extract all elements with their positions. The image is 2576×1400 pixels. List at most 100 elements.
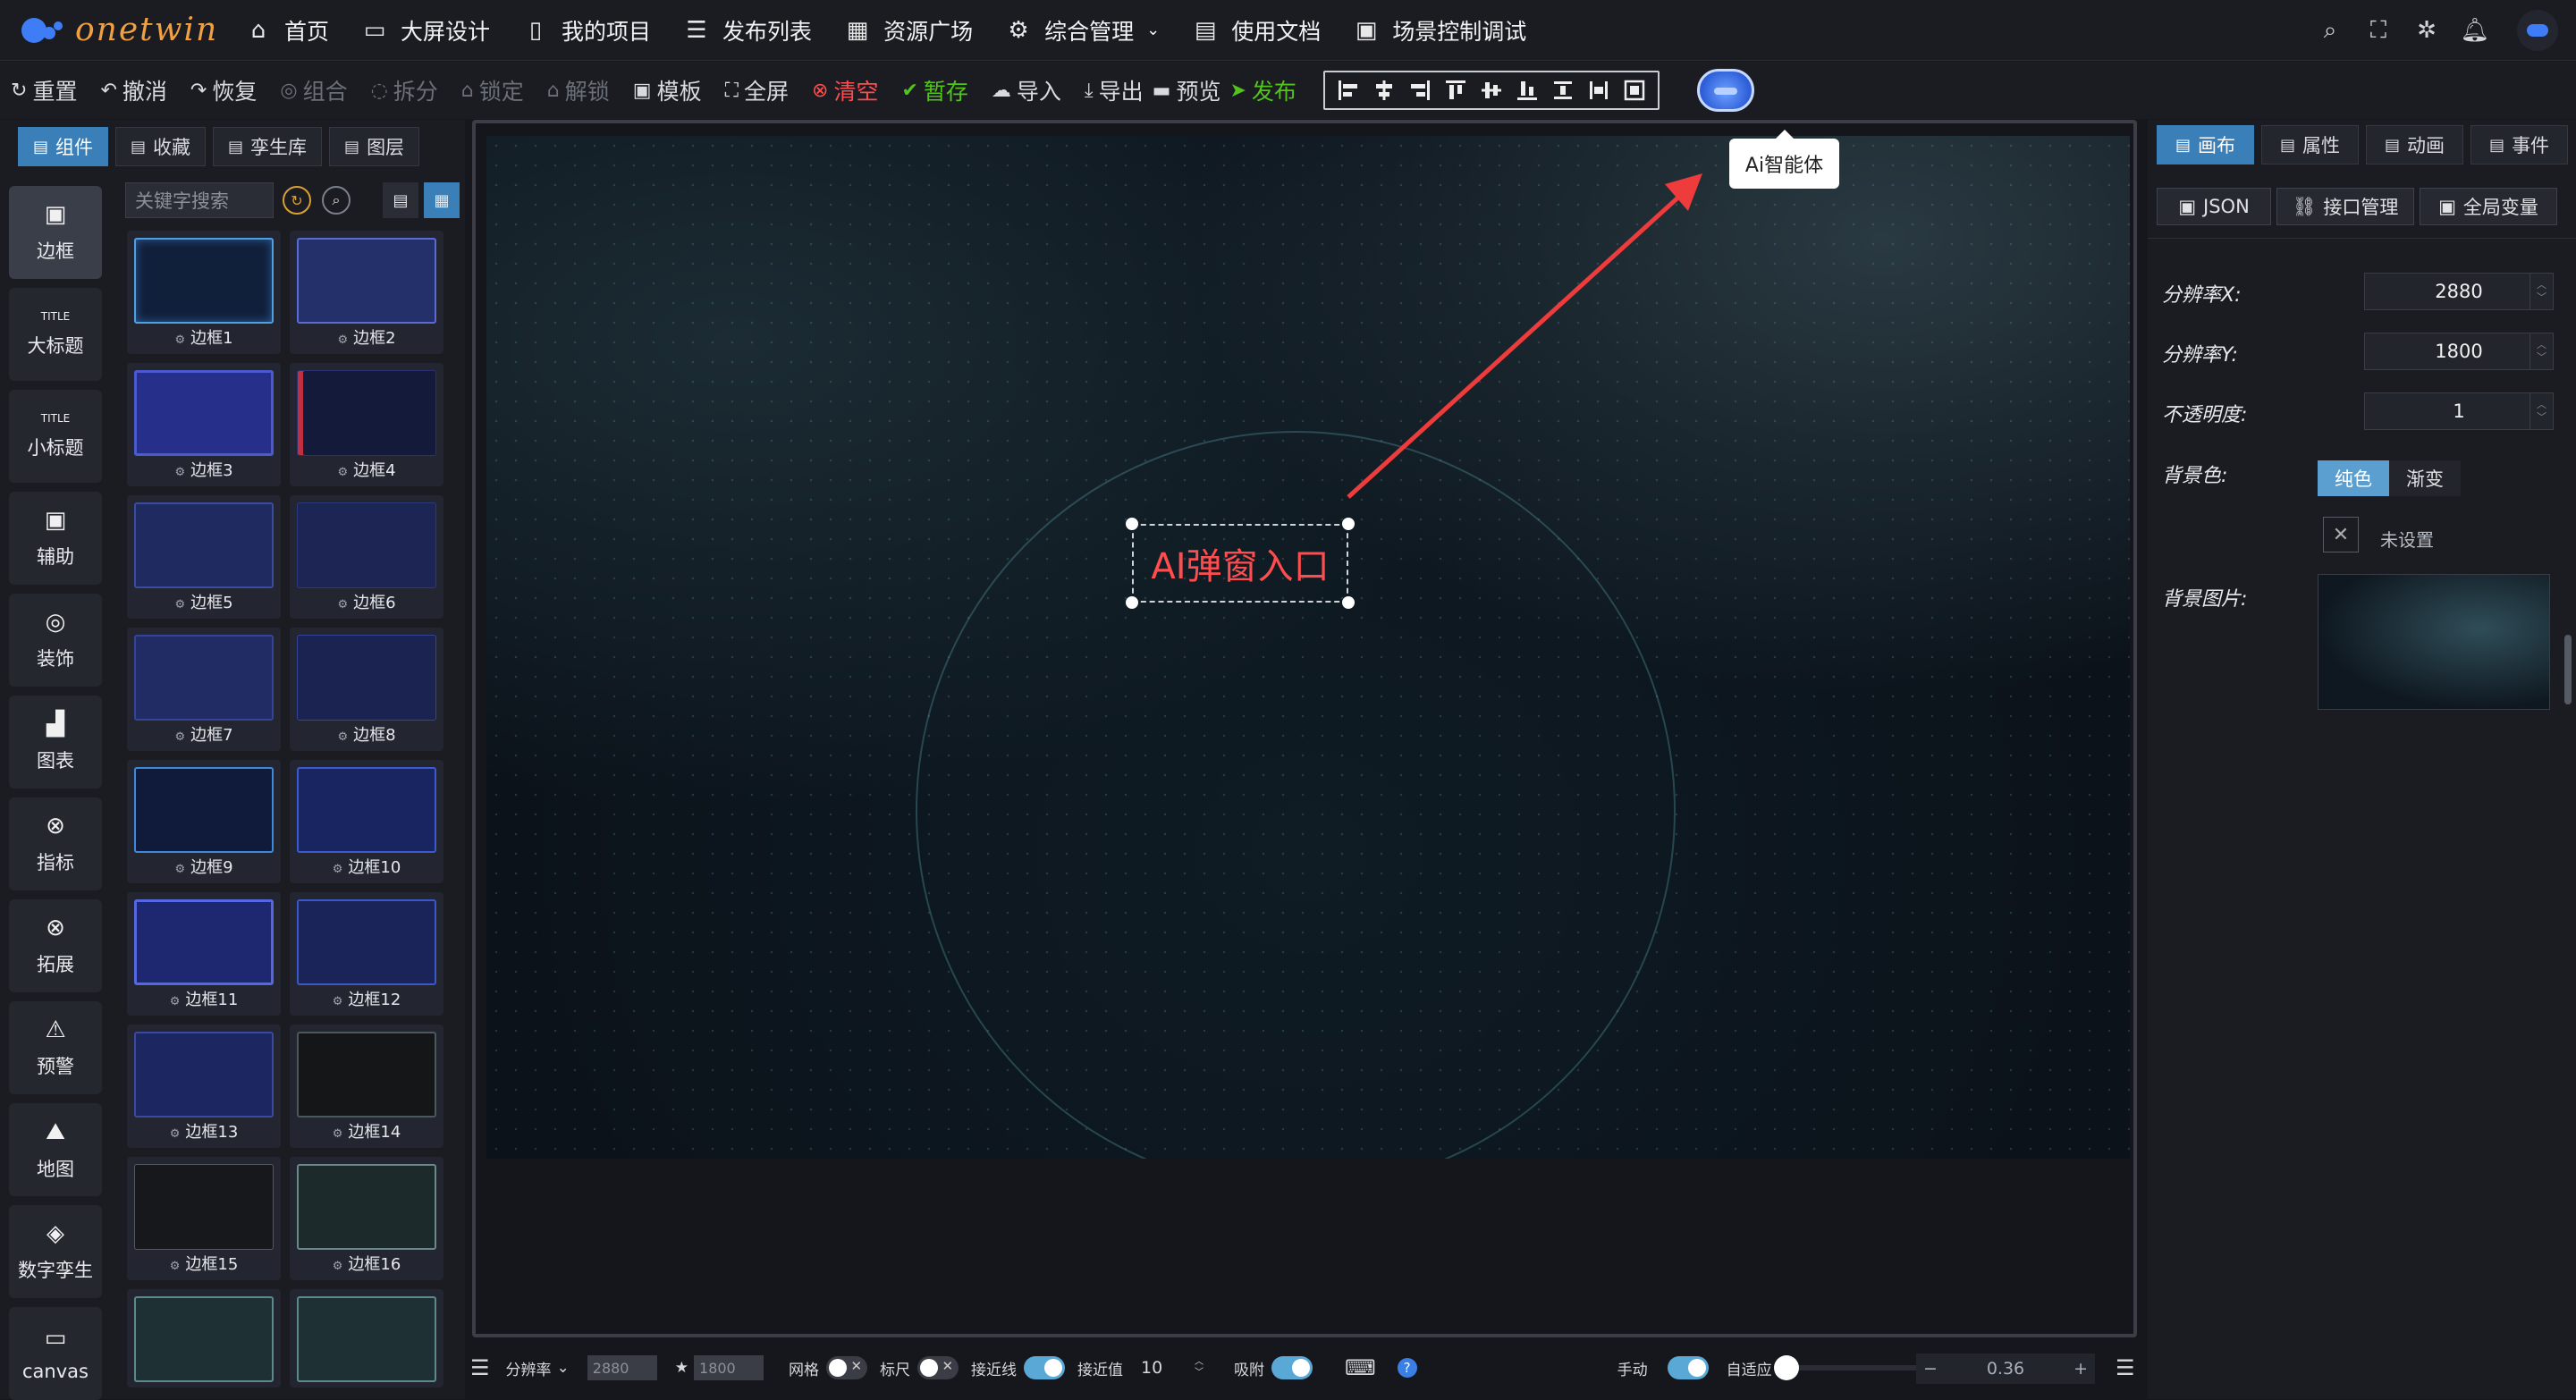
tab-layers[interactable]: ▤ 图层 <box>329 127 420 166</box>
fit-icon[interactable] <box>1617 74 1652 106</box>
component-card[interactable]: ⚙ 边框11 <box>127 892 281 1016</box>
component-card[interactable]: ⚙ 边框13 <box>127 1025 281 1148</box>
nav-resource-square[interactable]: ▦ 资源广场 <box>844 0 973 61</box>
global-variables-button[interactable]: ▣ 全局变量 <box>2420 188 2557 225</box>
nav-home[interactable]: ⌂ 首页 <box>245 0 329 61</box>
list-view-icon[interactable]: ▤ <box>383 182 418 218</box>
tab-events[interactable]: ▤ 事件 <box>2470 125 2569 164</box>
redo-button[interactable]: ↷ 恢复 <box>190 74 257 106</box>
resize-handle[interactable] <box>1126 518 1138 530</box>
category-map[interactable]: ⛰ 地图 <box>9 1103 102 1196</box>
ai-agent-robot-button[interactable] <box>1696 69 1754 112</box>
component-card[interactable]: ⚙ 边框10 <box>290 760 443 883</box>
bell-icon[interactable]: 🔔︎ <box>2460 15 2490 46</box>
stepper-icon[interactable]: ︿ ﹀ <box>2530 274 2553 309</box>
component-card[interactable]: ⚙ 边框9 <box>127 760 281 883</box>
component-card[interactable]: ⚙ 边框16 <box>290 1157 443 1280</box>
fullscreen-button[interactable]: ⛶ 全屏 <box>725 74 789 106</box>
nav-management[interactable]: ⚙ 综合管理 ⌄ <box>1005 0 1160 61</box>
nav-my-projects[interactable]: ▯ 我的项目 <box>522 0 651 61</box>
snapline-toggle[interactable] <box>1024 1356 1066 1379</box>
fullscreen-icon[interactable]: ⛶ <box>2363 15 2394 46</box>
help-icon[interactable]: ? <box>1397 1358 1417 1378</box>
resolution-x-input[interactable]: 2880 <box>587 1355 657 1380</box>
distribute-h-icon[interactable] <box>1545 74 1581 106</box>
refresh-icon[interactable]: ↻ <box>283 186 311 215</box>
import-button[interactable]: ☁ 导入 <box>992 74 1061 106</box>
component-card[interactable]: ⚙ 边框3 <box>127 363 281 486</box>
template-button[interactable]: ▣ 模板 <box>633 74 702 106</box>
opacity-field[interactable]: 1 ︿ ﹀ <box>2364 392 2554 430</box>
align-center-h-icon[interactable] <box>1366 74 1402 106</box>
resize-handle[interactable] <box>1126 596 1138 609</box>
component-card[interactable] <box>127 1289 281 1387</box>
align-middle-v-icon[interactable] <box>1474 74 1509 106</box>
distribute-v-icon[interactable] <box>1581 74 1617 106</box>
reset-button[interactable]: ↻ 重置 <box>11 74 77 106</box>
clear-button[interactable]: ⊗ 清空 <box>812 74 878 106</box>
stepper-icon[interactable]: ︿ ﹀ <box>2530 393 2553 429</box>
export-button[interactable]: ⤓ 导出 <box>1085 74 1144 106</box>
category-canvas[interactable]: ▭ canvas <box>9 1307 102 1400</box>
resolution-y-input[interactable]: 1800 <box>694 1355 764 1380</box>
resolution-x-field[interactable]: 2880 ︿ ﹀ <box>2364 273 2554 310</box>
category-big-title[interactable]: TITLE 大标题 <box>9 288 102 381</box>
component-card[interactable]: ⚙ 边框8 <box>290 628 443 751</box>
tab-attributes[interactable]: ▤ 属性 <box>2261 125 2360 164</box>
keyword-search-input[interactable]: 关键字搜索 <box>125 182 274 218</box>
category-small-title[interactable]: TITLE 小标题 <box>9 390 102 483</box>
panel-toggle-icon[interactable]: ☰ <box>2116 1355 2135 1380</box>
publish-button[interactable]: ➤ 发布 <box>1229 74 1296 106</box>
background-image-preview[interactable] <box>2318 574 2550 710</box>
color-picker-empty-icon[interactable]: ✕ <box>2323 517 2359 552</box>
grid-toggle[interactable]: ✕ <box>826 1356 868 1379</box>
ai-popup-entry[interactable]: AI弹窗入口 <box>1132 524 1348 603</box>
grid-view-icon[interactable]: ▦ <box>424 182 460 218</box>
tab-favorites[interactable]: ▤ 收藏 <box>115 127 207 166</box>
design-canvas[interactable] <box>486 136 2130 1159</box>
category-chart[interactable]: ▟ 图表 <box>9 696 102 789</box>
manual-toggle[interactable] <box>1667 1356 1709 1379</box>
resolution-y-field[interactable]: 1800 ︿ ﹀ <box>2364 333 2554 370</box>
component-card[interactable]: ⚙ 边框15 <box>127 1157 281 1280</box>
api-management-button[interactable]: ⛓ 接口管理 <box>2276 188 2414 225</box>
component-card[interactable] <box>290 1289 443 1387</box>
category-digital-twin[interactable]: ◈ 数字孪生 <box>9 1205 102 1298</box>
keyboard-icon[interactable]: ⌨ <box>1345 1355 1376 1380</box>
component-card[interactable]: ⚙ 边框1 <box>127 231 281 354</box>
component-card[interactable]: ⚙ 边框6 <box>290 495 443 619</box>
json-button[interactable]: ▣ JSON <box>2157 188 2271 225</box>
align-bottom-icon[interactable] <box>1509 74 1545 106</box>
zoom-increase-icon[interactable]: + <box>2073 1359 2088 1379</box>
category-decoration[interactable]: ◎ 装饰 <box>9 594 102 687</box>
category-border[interactable]: ▣ 边框 <box>9 186 102 279</box>
group-button[interactable]: ◎ 组合 <box>280 74 347 106</box>
search-icon[interactable]: ⌕ <box>2315 15 2345 46</box>
zoom-slider-thumb[interactable] <box>1773 1355 1799 1380</box>
solid-color-option[interactable]: 纯色 <box>2318 460 2389 496</box>
resize-handle[interactable] <box>1342 596 1355 609</box>
adsorb-toggle[interactable] <box>1271 1356 1313 1379</box>
component-card[interactable]: ⚙ 边框14 <box>290 1025 443 1148</box>
search-icon[interactable]: ⌕ <box>322 186 351 215</box>
tab-canvas[interactable]: ▤ 画布 <box>2157 125 2255 164</box>
logo[interactable]: onetwin <box>21 12 245 48</box>
align-right-icon[interactable] <box>1402 74 1438 106</box>
preview-button[interactable]: ▬ 预览 <box>1153 74 1221 106</box>
component-card[interactable]: ⚙ 边框2 <box>290 231 443 354</box>
nav-docs[interactable]: ▤ 使用文档 <box>1192 0 1321 61</box>
category-alert[interactable]: ⚠ 预警 <box>9 1001 102 1094</box>
canvas-area[interactable] <box>472 120 2137 1337</box>
split-button[interactable]: ◌ 拆分 <box>371 74 438 106</box>
align-left-icon[interactable] <box>1330 74 1366 106</box>
zoom-decrease-icon[interactable]: − <box>1923 1359 1938 1379</box>
nav-scene-debug[interactable]: ▣ 场景控制调试 <box>1353 0 1526 61</box>
menu-icon[interactable]: ☰ <box>470 1355 490 1380</box>
snap-value-input[interactable]: 10 <box>1141 1358 1195 1378</box>
scrollbar[interactable] <box>2564 635 2572 704</box>
undo-button[interactable]: ↶ 撤消 <box>100 74 166 106</box>
component-card[interactable]: ⚙ 边框4 <box>290 363 443 486</box>
component-card[interactable]: ⚙ 边框12 <box>290 892 443 1016</box>
category-extension[interactable]: ⊗ 拓展 <box>9 899 102 992</box>
resize-handle[interactable] <box>1342 518 1355 530</box>
